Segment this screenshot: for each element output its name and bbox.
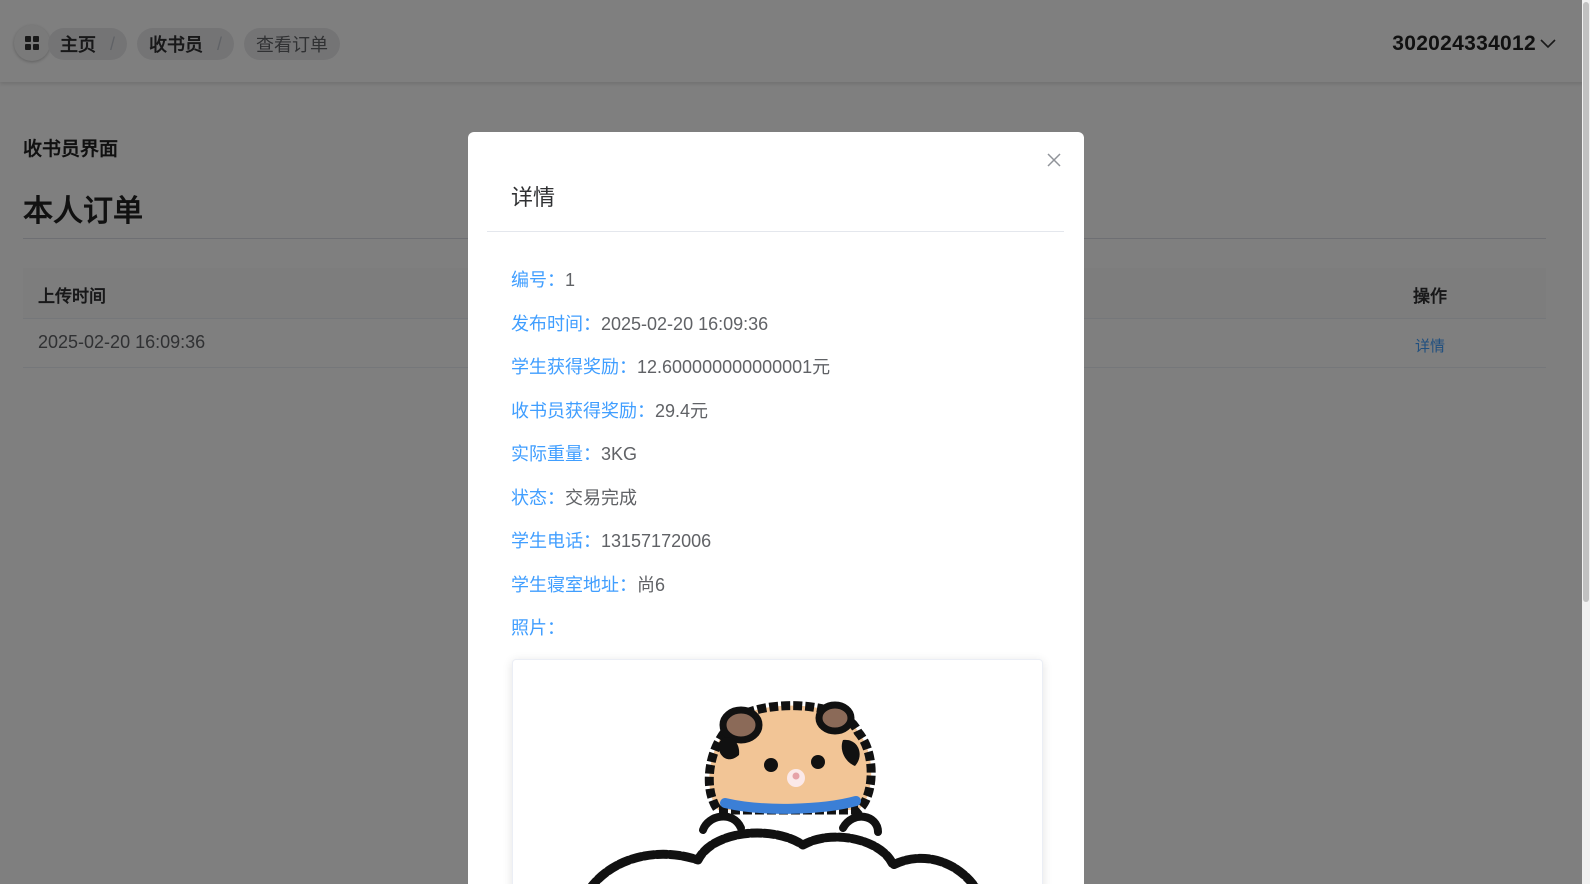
field-value: 交易完成 <box>565 488 637 508</box>
field-value: 13157172006 <box>601 531 712 551</box>
field-label: 发布时间： <box>511 314 601 334</box>
scrollbar-thumb[interactable] <box>1583 2 1589 602</box>
field-id: 编号：1 <box>511 266 575 292</box>
vertical-scrollbar[interactable] <box>1582 0 1590 884</box>
close-icon <box>1047 153 1061 167</box>
field-label: 学生寝室地址： <box>511 575 637 595</box>
field-label: 收书员获得奖励： <box>511 401 655 421</box>
field-student-reward: 学生获得奖励：12.600000000000001元 <box>511 353 830 379</box>
field-value: 2025-02-20 16:09:36 <box>601 314 769 334</box>
field-collector-reward: 收书员获得奖励：29.4元 <box>511 397 708 423</box>
field-label: 状态： <box>511 488 565 508</box>
detail-dialog: 详情 编号：1 发布时间：2025-02-20 16:09:36 学生获得奖励：… <box>468 132 1084 884</box>
field-label: 编号： <box>511 270 565 290</box>
field-label: 照片： <box>511 618 565 638</box>
field-value: 12.600000000000001元 <box>637 357 831 377</box>
field-value: 3KG <box>601 444 638 464</box>
field-label: 实际重量： <box>511 444 601 464</box>
field-value: 1 <box>565 270 576 290</box>
field-student-phone: 学生电话：13157172006 <box>511 527 711 553</box>
photo-card[interactable] <box>512 659 1043 884</box>
app-page: 主页 / 收书员 / 查看订单 302024334012 收书员界面 本人订单 … <box>0 0 1590 884</box>
field-publish-time: 发布时间：2025-02-20 16:09:36 <box>511 310 768 336</box>
field-value: 尚6 <box>637 575 666 595</box>
field-value: 29.4元 <box>655 401 709 421</box>
field-label: 学生电话： <box>511 531 601 551</box>
field-dorm-address: 学生寝室地址：尚6 <box>511 571 665 597</box>
field-photo: 照片： <box>511 614 565 640</box>
field-actual-weight: 实际重量：3KG <box>511 440 637 466</box>
dialog-divider <box>487 231 1064 232</box>
field-status: 状态：交易完成 <box>511 484 637 510</box>
close-button[interactable] <box>1044 150 1064 170</box>
hamster-drawing-image <box>588 701 979 884</box>
field-label: 学生获得奖励： <box>511 357 637 377</box>
dialog-title: 详情 <box>511 185 556 210</box>
